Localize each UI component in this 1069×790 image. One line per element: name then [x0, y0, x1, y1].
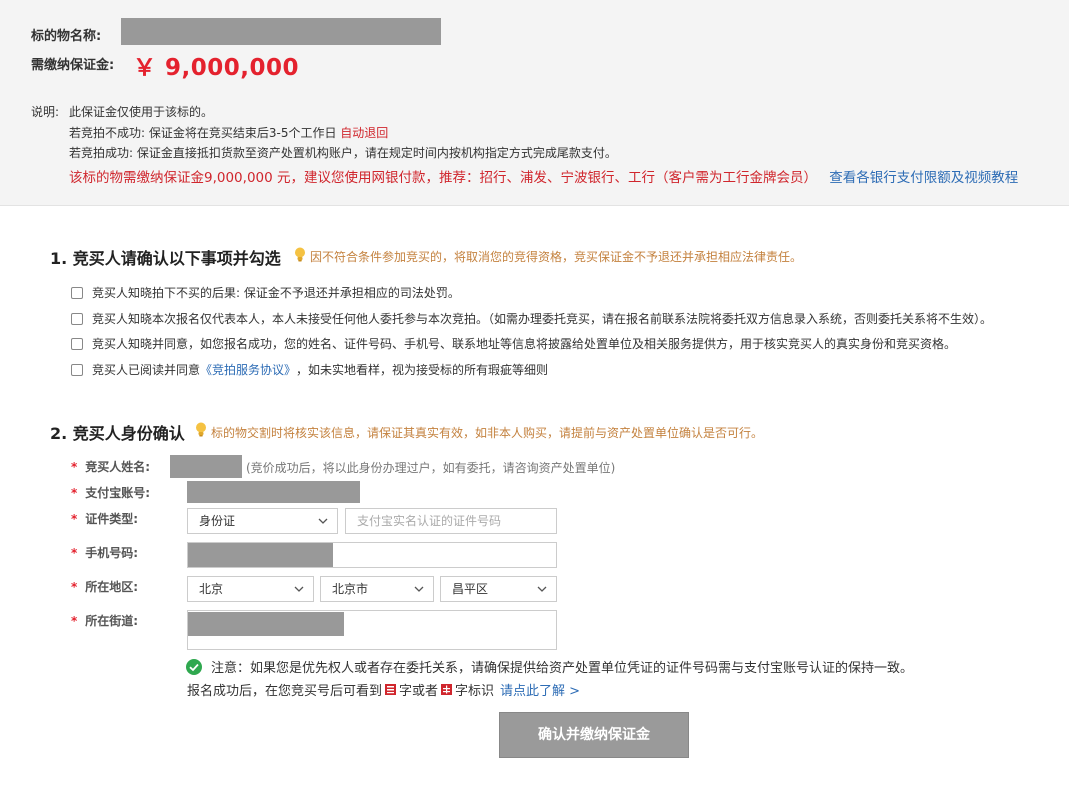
- agreement-item-1: 竞买人知晓拍下不买的后果: 保证金不予退还并承担相应的司法处罚。: [71, 284, 460, 301]
- agreement-text-4-suffix: ，如未实地看样，视为接受标的所有瑕疵等细则: [296, 363, 549, 377]
- section2-hint: 标的物交割时将核实该信息，请保证其真实有效，如非本人购买，请提前与资产处置单位确…: [211, 426, 764, 440]
- auto-refund-text: 自动退回: [340, 126, 389, 140]
- id-type-value: 身份证: [199, 514, 236, 528]
- section2-title-text: 2. 竞买人身份确认: [50, 424, 185, 443]
- priority-badge-icon: [385, 684, 397, 695]
- city-value: 北京市: [332, 582, 369, 596]
- deposit-info-panel: 标的物名称: 需缴纳保证金: ￥ 9,000,000 说明: 此保证金仅使用于该…: [0, 0, 1069, 206]
- after-signup-info: 报名成功后，在您竞买号后可看到 字或者 字标识 请点此了解 >: [187, 680, 580, 699]
- agreement-text-2: 竞买人知晓本次报名仅代表本人，本人未接受任何他人委托参与本次竞拍。（如需办理委托…: [92, 312, 993, 326]
- payment-advice-text: 该标的物需缴纳保证金9,000,000 元，建议您使用网银付款，推荐：招行、浦发…: [69, 170, 817, 186]
- agreement-text-4-prefix: 竞买人已阅读并同意: [92, 363, 201, 377]
- learn-more-link[interactable]: 请点此了解 >: [500, 680, 580, 699]
- name-label: * 竞买人姓名:: [71, 458, 150, 475]
- section2-title: 2. 竞买人身份确认: [50, 420, 185, 444]
- lightbulb-icon: [195, 422, 207, 437]
- region-label-text: 所在地区:: [85, 580, 139, 594]
- bank-limits-link[interactable]: 查看各银行支付限额及视频教程: [829, 170, 1018, 186]
- notes-line1: 此保证金仅使用于该标的。: [69, 105, 214, 119]
- street-address-redacted: [188, 612, 344, 636]
- after-text-suffix: 字标识: [455, 684, 495, 699]
- confirm-pay-deposit-button[interactable]: 确认并缴纳保证金: [499, 712, 689, 758]
- phone-label-text: 手机号码:: [85, 546, 139, 560]
- province-value: 北京: [199, 582, 224, 596]
- after-text-prefix: 报名成功后，在您竞买号后可看到: [187, 684, 383, 699]
- bidder-name-redacted: [170, 455, 242, 478]
- id-type-label-text: 证件类型:: [85, 512, 139, 526]
- section1-title: 1. 竞买人请确认以下事项并勾选: [50, 245, 281, 269]
- deposit-label: 需缴纳保证金:: [31, 58, 115, 73]
- required-mark: *: [71, 512, 78, 526]
- name-hint: (竞价成功后，将以此身份办理过户，如有委托，请咨询资产处置单位): [246, 461, 616, 475]
- district-value: 昌平区: [452, 582, 489, 596]
- alipay-label-text: 支付宝账号:: [85, 486, 151, 500]
- id-number-placeholder: 支付宝实名认证的证件号码: [357, 514, 502, 528]
- province-select[interactable]: 北京: [187, 576, 314, 602]
- lightbulb-icon: [294, 247, 306, 262]
- notes-prefix: 说明:: [31, 105, 60, 119]
- name-label-text: 竞买人姓名:: [85, 460, 151, 474]
- phone-label: * 手机号码:: [71, 544, 138, 561]
- chevron-down-icon: [414, 586, 424, 592]
- service-agreement-link[interactable]: 《竞拍服务协议》: [200, 361, 296, 378]
- deposit-amount: ￥ 9,000,000: [133, 55, 300, 81]
- agreement-item-2: 竞买人知晓本次报名仅代表本人，本人未接受任何他人委托参与本次竞拍。（如需办理委托…: [71, 310, 992, 327]
- after-text-mid: 字或者: [399, 684, 439, 699]
- subject-label: 标的物名称:: [31, 29, 102, 44]
- agreement-checkbox-1[interactable]: [71, 286, 83, 299]
- agreement-checkbox-2[interactable]: [71, 312, 83, 325]
- required-mark: *: [71, 460, 78, 474]
- street-label-text: 所在街道:: [85, 614, 139, 628]
- required-mark: *: [71, 486, 78, 500]
- id-type-select[interactable]: 身份证: [187, 508, 338, 534]
- id-type-label: * 证件类型:: [71, 510, 138, 527]
- city-select[interactable]: 北京市: [320, 576, 434, 602]
- chevron-down-icon: [294, 586, 304, 592]
- district-select[interactable]: 昌平区: [440, 576, 557, 602]
- required-mark: *: [71, 546, 78, 560]
- agreement-item-4: 竞买人已阅读并同意 《竞拍服务协议》 ，如未实地看样，视为接受标的所有瑕疵等细则: [71, 361, 548, 378]
- agreement-checkbox-3[interactable]: [71, 337, 83, 350]
- section1-hint: 因不符合条件参加竞买的，将取消您的竞得资格，竞买保证金不予退还并承担相应法律责任…: [310, 250, 803, 264]
- section1-title-text: 1. 竞买人请确认以下事项并勾选: [50, 249, 281, 268]
- notice-text: 注意：如果您是优先权人或者存在委托关系，请确保提供给资产处置单位凭证的证件号码需…: [211, 661, 914, 676]
- required-mark: *: [71, 614, 78, 628]
- notes-line2: 若竞拍不成功: 保证金将在竞买结束后3-5个工作日 自动退回: [69, 124, 388, 141]
- chevron-down-icon: [318, 518, 328, 524]
- street-label: * 所在街道:: [71, 612, 138, 629]
- check-circle-icon: [186, 658, 202, 675]
- subject-name-redacted: [121, 18, 441, 45]
- notes-line3: 若竞拍成功: 保证金直接抵扣货款至资产处置机构账户，请在规定时间内按机构指定方式…: [69, 146, 617, 160]
- agreement-text-3: 竞买人知晓并同意，如您报名成功，您的姓名、证件号码、手机号、联系地址等信息将披露…: [92, 337, 957, 351]
- agreement-item-3: 竞买人知晓并同意，如您报名成功，您的姓名、证件号码、手机号、联系地址等信息将披露…: [71, 335, 956, 352]
- id-number-input[interactable]: 支付宝实名认证的证件号码: [345, 508, 557, 534]
- agreement-checkbox-4[interactable]: [71, 363, 83, 376]
- chevron-down-icon: [537, 586, 547, 592]
- payment-advice: 该标的物需缴纳保证金9,000,000 元，建议您使用网银付款，推荐：招行、浦发…: [69, 166, 1018, 186]
- entrust-badge-icon: [441, 684, 453, 695]
- phone-number-redacted: [188, 543, 333, 567]
- region-label: * 所在地区:: [71, 578, 138, 595]
- alipay-account-redacted: [187, 481, 360, 503]
- alipay-label: * 支付宝账号:: [71, 484, 150, 501]
- notes-line2-text: 若竞拍不成功: 保证金将在竞买结束后3-5个工作日: [69, 126, 341, 140]
- required-mark: *: [71, 580, 78, 594]
- agreement-text-1: 竞买人知晓拍下不买的后果: 保证金不予退还并承担相应的司法处罚。: [92, 286, 460, 300]
- notice: 注意：如果您是优先权人或者存在委托关系，请确保提供给资产处置单位凭证的证件号码需…: [186, 657, 913, 676]
